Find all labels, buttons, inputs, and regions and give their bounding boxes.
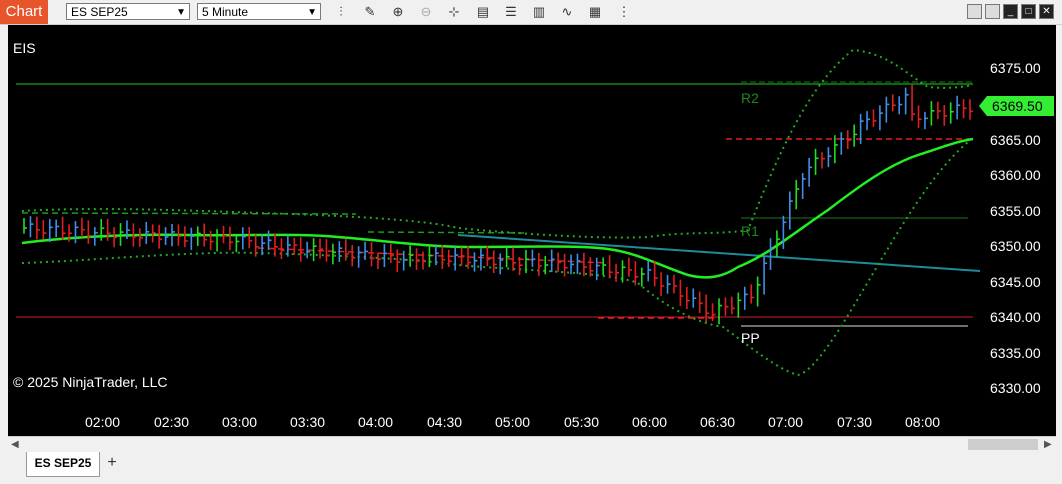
chevron-down-icon: ▼ <box>176 7 186 18</box>
time-axis-label: 03:30 <box>290 414 325 430</box>
scroll-thumb[interactable] <box>968 439 1038 450</box>
bars-icon[interactable]: ⫶ <box>332 3 350 21</box>
zoom-out-icon[interactable]: ⊖ <box>417 3 435 21</box>
chevron-down-icon: ▼ <box>307 7 317 18</box>
time-axis-label: 05:30 <box>564 414 599 430</box>
interval-value: 5 Minute <box>202 5 249 19</box>
tab-strip: ES SEP25 + <box>0 452 1062 484</box>
price-axis-label: 6350.00 <box>990 238 1041 254</box>
scroll-right-icon[interactable]: ▶ <box>1044 439 1052 450</box>
chart-canvas[interactable]: R2 R1 PP EIS © 2025 NinjaTrader, LLC 637… <box>8 25 1056 436</box>
time-axis-label: 02:00 <box>85 414 120 430</box>
minimize-button[interactable]: _ <box>1003 4 1018 19</box>
horizontal-scrollbar[interactable]: ◀ ▶ <box>8 436 1056 453</box>
copyright-text: © 2025 NinjaTrader, LLC <box>13 374 168 390</box>
add-tab-button[interactable]: + <box>102 454 122 474</box>
trend-line[interactable] <box>457 234 981 272</box>
r2-label: R2 <box>741 90 759 106</box>
time-axis-label: 02:30 <box>154 414 189 430</box>
indicators-icon[interactable]: ∿ <box>558 3 576 21</box>
price-axis-label: 6340.00 <box>990 309 1041 325</box>
maximize-button[interactable]: □ <box>1021 4 1036 19</box>
more-icon[interactable]: ⋮ <box>615 3 633 21</box>
data-box-icon[interactable]: ▤ <box>474 3 492 21</box>
pp-label: PP <box>741 330 760 346</box>
strategies-icon[interactable]: ▥ <box>530 3 548 21</box>
lower-band <box>21 137 974 377</box>
time-axis[interactable]: 02:00 02:30 03:00 03:30 04:00 04:30 05:0… <box>85 414 940 430</box>
instrument-value: ES SEP25 <box>71 5 128 19</box>
moving-average-line <box>21 137 974 279</box>
price-axis-label: 6360.00 <box>990 167 1041 183</box>
price-axis-label: 6335.00 <box>990 345 1041 361</box>
price-axis-label: 6355.00 <box>990 203 1041 219</box>
time-axis-label: 04:00 <box>358 414 393 430</box>
current-price-value: 6369.50 <box>992 98 1043 114</box>
chart-symbol: EIS <box>13 40 36 56</box>
time-axis-label: 04:30 <box>427 414 462 430</box>
time-axis-label: 05:00 <box>495 414 530 430</box>
time-axis-label: 06:00 <box>632 414 667 430</box>
interval-selector[interactable]: 5 Minute ▼ <box>197 3 321 20</box>
window-titlebar: Chart ES SEP25 ▼ 5 Minute ▼ ⫶ ✎ ⊕ ⊖ ⊹ ▤ … <box>0 0 1062 25</box>
tile-icon[interactable] <box>985 4 1000 19</box>
restore-icon[interactable] <box>967 4 982 19</box>
instrument-selector[interactable]: ES SEP25 ▼ <box>66 3 190 20</box>
r1-label: R1 <box>741 223 759 239</box>
price-chart[interactable]: R2 R1 PP EIS © 2025 NinjaTrader, LLC 637… <box>8 25 1056 452</box>
range-mid-dashed-line <box>367 231 529 234</box>
price-axis-label: 6365.00 <box>990 132 1041 148</box>
time-axis-label: 06:30 <box>700 414 735 430</box>
price-axis-label: 6330.00 <box>990 380 1041 396</box>
close-button[interactable]: ✕ <box>1039 4 1054 19</box>
pencil-icon[interactable]: ✎ <box>361 3 379 21</box>
properties-icon[interactable]: ☰ <box>502 3 520 21</box>
current-price-tag: 6369.50 <box>979 96 1054 116</box>
time-axis-label: 03:00 <box>222 414 257 430</box>
time-axis-label: 07:00 <box>768 414 803 430</box>
time-axis-label: 08:00 <box>905 414 940 430</box>
price-axis-label: 6375.00 <box>990 60 1041 76</box>
crosshair-icon[interactable]: ⊹ <box>445 3 463 21</box>
scroll-left-icon[interactable]: ◀ <box>11 439 19 450</box>
time-axis-label: 07:30 <box>837 414 872 430</box>
zoom-in-icon[interactable]: ⊕ <box>389 3 407 21</box>
tab-es-sep25[interactable]: ES SEP25 <box>26 452 100 477</box>
price-axis-label: 6345.00 <box>990 274 1041 290</box>
price-bars <box>23 84 973 325</box>
chart-app-label: Chart <box>0 0 48 24</box>
chart-trader-icon[interactable]: ▦ <box>586 3 604 21</box>
